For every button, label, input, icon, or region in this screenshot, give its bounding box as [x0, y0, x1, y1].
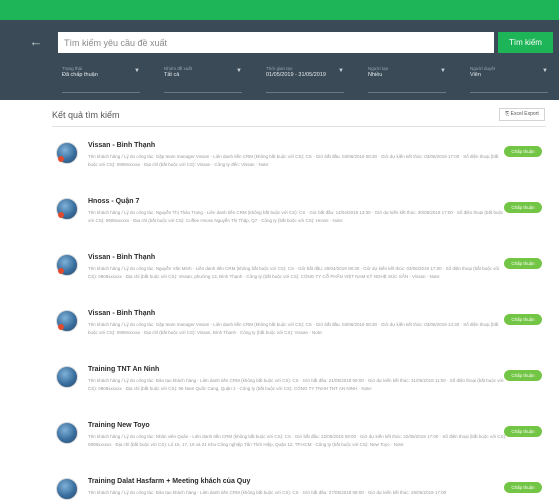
list-item[interactable]: Vissan - Bình Thạnh Tên khách hàng / Lý …: [52, 138, 548, 194]
filter-date-range-label: Thời gian tạo: [266, 66, 293, 71]
result-title[interactable]: Training New Toyo: [88, 422, 150, 429]
result-title[interactable]: Training Dalat Hasfarm + Meeting khách c…: [88, 478, 250, 485]
result-description: Tên khách hàng / Lý do công tác: Nguyễn …: [88, 266, 500, 279]
avatar-badge-icon: [58, 212, 64, 218]
list-item[interactable]: Training Dalat Hasfarm + Meeting khách c…: [52, 474, 548, 502]
arrow-left-icon[interactable]: ←: [28, 32, 44, 52]
result-title[interactable]: Hnoss - Quận 7: [88, 198, 139, 205]
filter-group-value: Tất cả: [164, 72, 180, 78]
filter-group[interactable]: Nhóm đề xuất Tất cả ▼: [164, 65, 242, 93]
filter-approver[interactable]: Người duyệt Viên ▼: [470, 65, 548, 93]
filter-status[interactable]: Trạng thái Đã chấp thuận ▼: [62, 65, 140, 93]
status-badge[interactable]: Chấp thuận: [504, 314, 542, 325]
status-badge[interactable]: Chấp thuận: [504, 482, 542, 493]
filter-status-label: Trạng thái: [62, 66, 83, 71]
avatar: [56, 142, 78, 164]
avatar-badge-icon: [58, 324, 64, 330]
result-description: Tên khách hàng / Lý do công tác: Gặp tea…: [88, 322, 499, 335]
result-description: Tên khách hàng / Lý do công tác: Gặp tea…: [88, 154, 499, 167]
excel-export-button[interactable]: ⎘ Excel Export: [499, 108, 545, 121]
filter-date-range-value: 01/05/2019 - 31/05/2019: [266, 72, 326, 78]
top-accent-bar: [0, 0, 559, 20]
avatar: [56, 254, 78, 276]
filter-date-range[interactable]: Thời gian tạo 01/05/2019 - 31/05/2019 ▼: [266, 65, 344, 93]
result-description: Tên khách hàng / Lý do công tác: Nhân vi…: [88, 434, 507, 447]
result-description: Tên khách hàng / Lý do công tác: Đào tạo…: [88, 490, 447, 495]
download-icon: ⎘: [505, 111, 510, 117]
chevron-down-icon: ▼: [338, 68, 344, 74]
filter-approver-label: Người duyệt: [470, 66, 495, 71]
list-item[interactable]: Vissan - Bình Thạnh Tên khách hàng / Lý …: [52, 250, 548, 306]
search-bar: ← Tìm kiếm Trạng thái Đã chấp thuận ▼ Nh…: [0, 20, 559, 100]
search-button[interactable]: Tìm kiếm: [498, 32, 553, 53]
result-description: Tên khách hàng / Lý do công tác: Nguyễn …: [88, 210, 504, 223]
avatar: [56, 478, 78, 500]
divider: [52, 126, 546, 127]
list-item[interactable]: Training New Toyo Tên khách hàng / Lý do…: [52, 418, 548, 474]
avatar: [56, 198, 78, 220]
list-item[interactable]: Vissan - Bình Thạnh Tên khách hàng / Lý …: [52, 306, 548, 362]
status-badge[interactable]: Chấp thuận: [504, 146, 542, 157]
result-title[interactable]: Vissan - Bình Thạnh: [88, 254, 155, 261]
filter-group-label: Nhóm đề xuất: [164, 66, 193, 71]
result-title[interactable]: Vissan - Bình Thạnh: [88, 310, 155, 317]
chevron-down-icon: ▼: [542, 68, 548, 74]
status-badge[interactable]: Chấp thuận: [504, 258, 542, 269]
filter-creator[interactable]: Người tạo Nhiều ▼: [368, 65, 446, 93]
filter-approver-value: Viên: [470, 72, 481, 78]
avatar: [56, 310, 78, 332]
avatar: [56, 422, 78, 444]
avatar-badge-icon: [58, 156, 64, 162]
result-description: Tên khách hàng / Lý do công tác: Đào tạo…: [88, 378, 504, 391]
chevron-down-icon: ▼: [134, 68, 140, 74]
chevron-down-icon: ▼: [440, 68, 446, 74]
filter-status-value: Đã chấp thuận: [62, 72, 98, 78]
avatar: [56, 366, 78, 388]
filter-creator-label: Người tạo: [368, 66, 389, 71]
status-badge[interactable]: Chấp thuận: [504, 426, 542, 437]
avatar-badge-icon: [58, 268, 64, 274]
list-item[interactable]: Training TNT An Ninh Tên khách hàng / Lý…: [52, 362, 548, 418]
list-item[interactable]: Hnoss - Quận 7 Tên khách hàng / Lý do cô…: [52, 194, 548, 250]
result-title[interactable]: Training TNT An Ninh: [88, 366, 159, 373]
chevron-down-icon: ▼: [236, 68, 242, 74]
status-badge[interactable]: Chấp thuận: [504, 202, 542, 213]
filter-creator-value: Nhiều: [368, 72, 383, 78]
status-badge[interactable]: Chấp thuận: [504, 370, 542, 381]
search-input[interactable]: [58, 32, 494, 53]
results-title: Kết quả tìm kiếm: [52, 110, 120, 120]
excel-export-label: Excel Export: [510, 111, 539, 117]
result-title[interactable]: Vissan - Bình Thạnh: [88, 142, 155, 149]
